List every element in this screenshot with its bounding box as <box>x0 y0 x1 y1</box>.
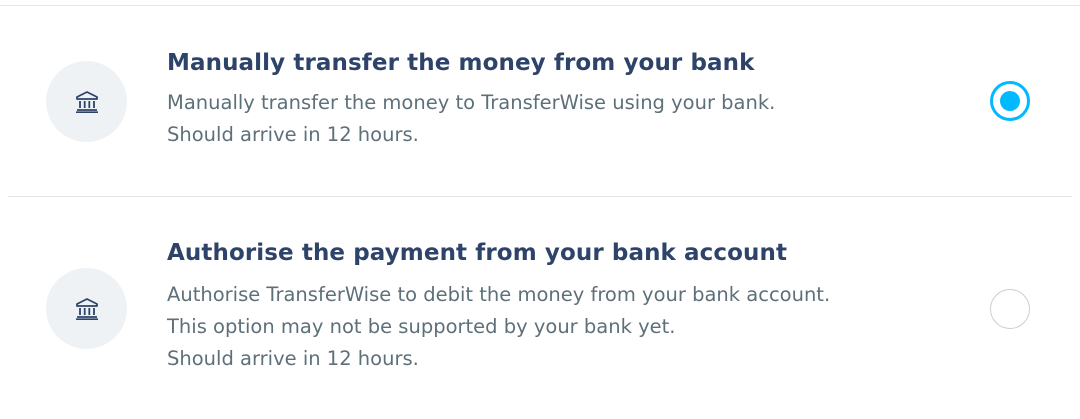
option-title: Authorise the payment from your bank acc… <box>167 240 788 266</box>
radio-button-unselected[interactable] <box>990 289 1030 329</box>
option-authorise-payment[interactable]: Authorise the payment from your bank acc… <box>0 197 1080 419</box>
payment-method-list: Manually transfer the money from your ba… <box>0 0 1080 419</box>
bank-icon-container <box>46 61 127 142</box>
option-description-line: Manually transfer the money to TransferW… <box>167 91 776 114</box>
option-description-line: Should arrive in 12 hours. <box>167 123 419 146</box>
option-description: Manually transfer the money to TransferW… <box>167 87 775 151</box>
option-description-line: Authorise TransferWise to debit the mone… <box>167 283 831 306</box>
bank-icon <box>75 90 99 113</box>
radio-button-selected[interactable] <box>990 81 1030 121</box>
option-manual-transfer[interactable]: Manually transfer the money from your ba… <box>0 6 1080 196</box>
option-description-line: This option may not be supported by your… <box>167 315 676 338</box>
bank-icon <box>75 297 99 320</box>
bank-icon-container <box>46 268 127 349</box>
radio-selected-dot <box>1000 91 1020 111</box>
option-title: Manually transfer the money from your ba… <box>167 50 755 76</box>
option-description-line: Should arrive in 12 hours. <box>167 347 419 370</box>
option-description: Authorise TransferWise to debit the mone… <box>167 279 830 375</box>
